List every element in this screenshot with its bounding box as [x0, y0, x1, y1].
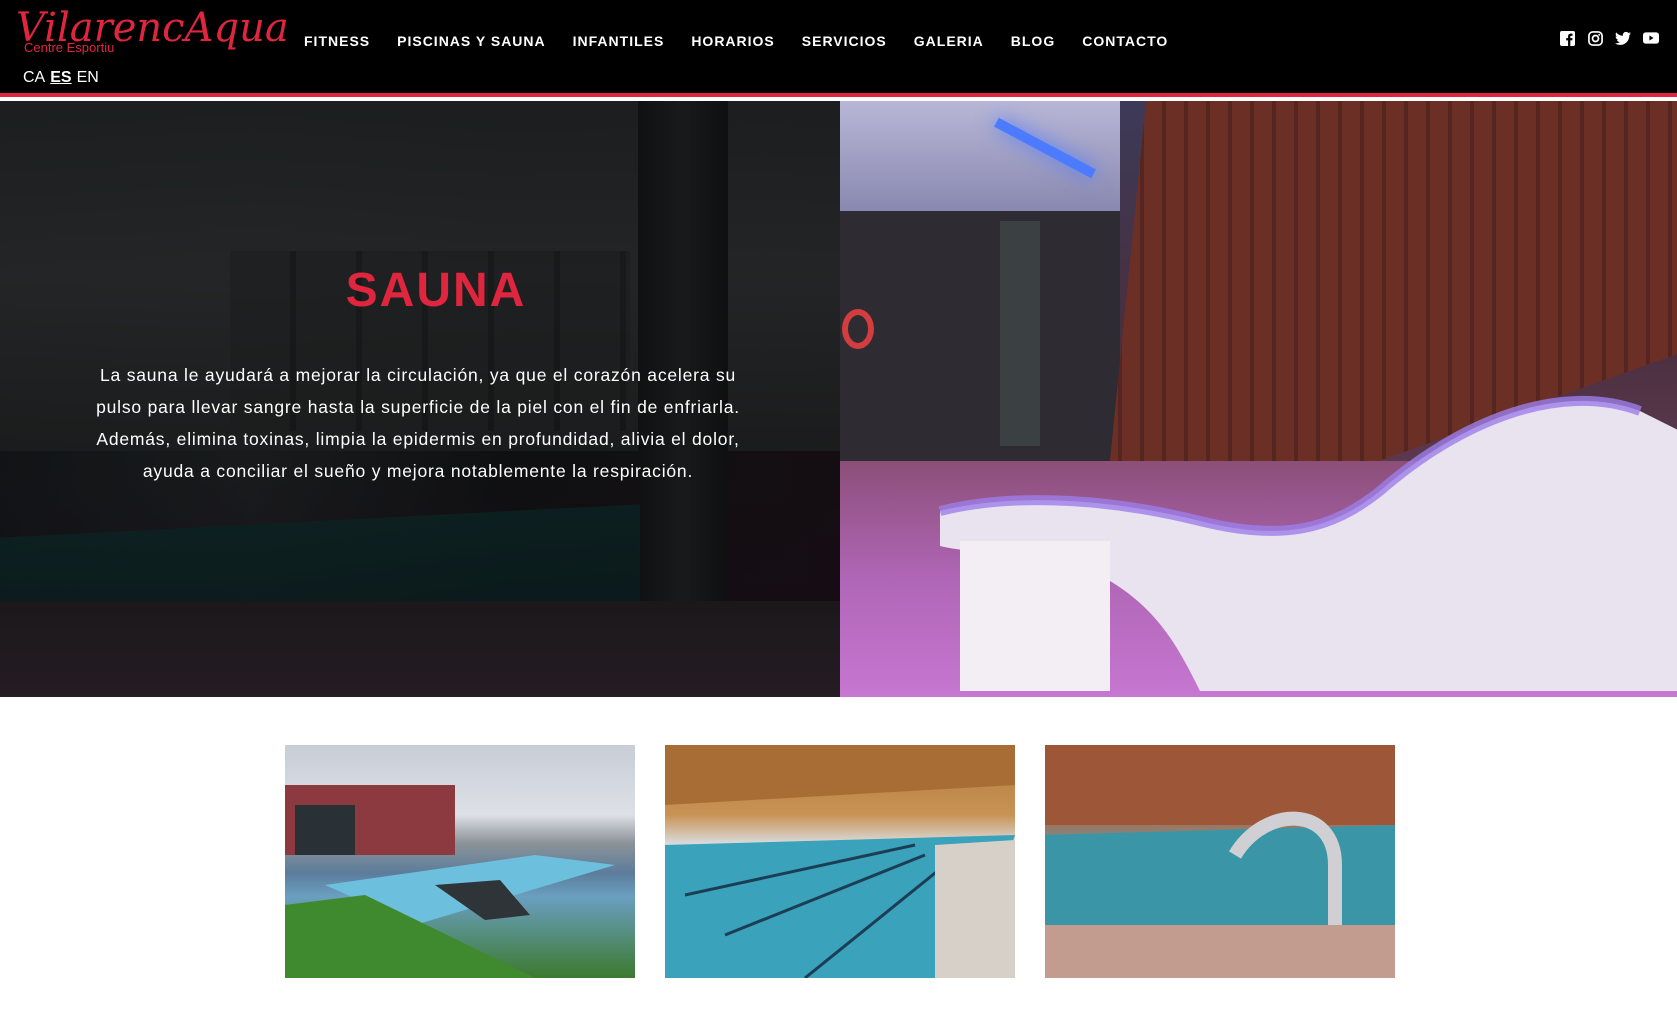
indoor-lap-pool-drawing	[665, 745, 1015, 978]
instagram-icon[interactable]	[1587, 30, 1603, 46]
logo-tagline: Centre Esportiu	[24, 40, 115, 55]
lang-ca[interactable]: CA	[23, 68, 45, 88]
nav-item-fitness[interactable]: FITNESS	[304, 31, 370, 51]
social-links	[1559, 30, 1659, 46]
nav-item-galeria[interactable]: GALERIA	[914, 31, 984, 51]
gallery-image-indoor-lap-pool[interactable]	[665, 745, 1015, 978]
language-switcher: CA ES EN	[23, 68, 99, 88]
facebook-icon[interactable]	[1559, 30, 1575, 46]
twitter-icon[interactable]	[1615, 30, 1631, 46]
nav-item-horarios[interactable]: HORARIOS	[691, 31, 774, 51]
nav-item-contacto[interactable]: CONTACTO	[1082, 31, 1168, 51]
nav-item-piscinas-y-sauna[interactable]: PISCINAS Y SAUNA	[397, 31, 546, 51]
site-header: VilarencAqua Centre Esportiu FITNESS PIS…	[0, 0, 1677, 97]
hero-description: La sauna le ayudará a mejorar la circula…	[96, 365, 740, 481]
photo-gallery	[285, 745, 1395, 978]
photo-ceiling	[840, 101, 1120, 211]
nav-item-servicios[interactable]: SERVICIOS	[802, 31, 887, 51]
hero-title: SAUNA	[345, 264, 527, 317]
nav-item-blog[interactable]: BLOG	[1011, 31, 1055, 51]
gallery-image-spa-fountain[interactable]	[1045, 745, 1395, 978]
main-nav: FITNESS PISCINAS Y SAUNA INFANTILES HORA…	[304, 31, 1195, 51]
lang-es[interactable]: ES	[50, 68, 71, 88]
youtube-icon[interactable]	[1643, 30, 1659, 46]
hero-section: SAUNA La sauna le ayudará a mejorar la c…	[0, 101, 1677, 697]
gallery-image-outdoor-pool[interactable]	[285, 745, 635, 978]
spa-fountain-drawing	[1045, 745, 1395, 978]
logo[interactable]: VilarencAqua Centre Esportiu	[16, 4, 289, 56]
nav-item-infantiles[interactable]: INFANTILES	[573, 31, 665, 51]
photo-lifebuoy	[842, 309, 874, 349]
outdoor-pool-drawing	[285, 785, 615, 978]
sauna-lounger-photo	[840, 101, 1677, 697]
lang-en[interactable]: EN	[77, 68, 99, 88]
photo-lounger	[938, 395, 1677, 691]
